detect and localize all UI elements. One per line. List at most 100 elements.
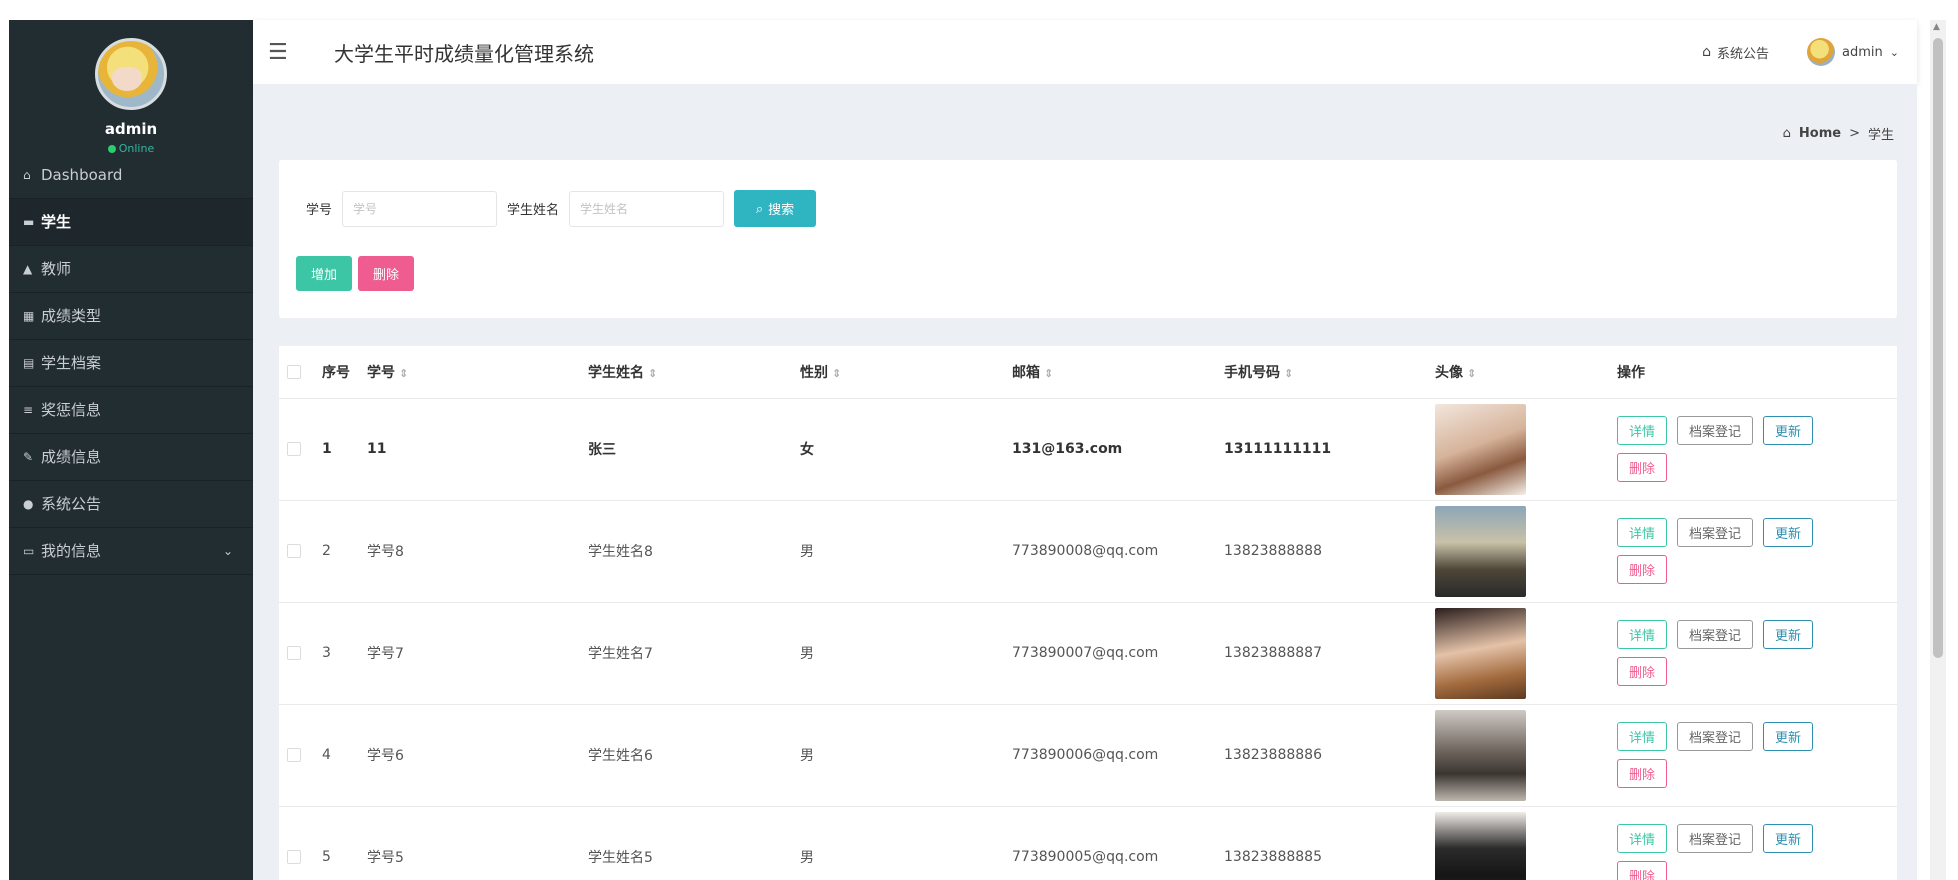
cell-email: 131@163.com <box>1012 398 1224 501</box>
sidebar-item-label: 成绩类型 <box>41 306 102 325</box>
sidebar-item-label: 成绩信息 <box>41 447 102 466</box>
cell-name: 学生姓名5 <box>588 806 800 880</box>
sidebar-item-my-info[interactable]: ▭ 我的信息 ⌄ <box>9 528 253 575</box>
user-menu[interactable]: admin ⌄ <box>1807 38 1899 66</box>
row-checkbox[interactable] <box>287 442 301 456</box>
delete-button[interactable]: 删除 <box>1617 657 1668 686</box>
select-all-checkbox[interactable] <box>287 364 301 379</box>
search-icon: ⌕ <box>755 200 764 216</box>
col-gender[interactable]: 性别 ⇕ <box>800 346 1012 399</box>
student-table: 序号 学号 ⇕ 学生姓名 ⇕ 性别 ⇕ 邮箱 ⇕ 手机号码 ⇕ 头像 ⇕ 操作 1 11 <box>279 346 1897 880</box>
breadcrumb-home[interactable]: Home <box>1799 126 1841 141</box>
page-scrollbar[interactable]: ▲ <box>1930 20 1946 880</box>
col-email[interactable]: 邮箱 ⇕ <box>1012 346 1224 399</box>
table-header-row: 序号 学号 ⇕ 学生姓名 ⇕ 性别 ⇕ 邮箱 ⇕ 手机号码 ⇕ 头像 ⇕ 操作 <box>279 346 1897 399</box>
cell-index: 4 <box>322 704 367 807</box>
chevron-down-icon: ⌄ <box>222 543 233 558</box>
col-phone[interactable]: 手机号码 ⇕ <box>1224 346 1435 399</box>
sidebar-item-teacher[interactable]: ▲ 教师 <box>9 246 253 293</box>
student-photo[interactable] <box>1435 811 1526 880</box>
profile-name: admin <box>104 120 158 138</box>
row-checkbox[interactable] <box>287 850 301 864</box>
search-form: 学号 学生姓名 ⌕ 搜索 <box>306 190 817 227</box>
cell-email: 773890008@qq.com <box>1012 500 1224 603</box>
scroll-up-icon[interactable]: ▲ <box>1933 22 1940 32</box>
search-button[interactable]: ⌕ 搜索 <box>734 190 817 227</box>
sidebar-item-student-archive[interactable]: ▤ 学生档案 <box>9 340 253 387</box>
student-photo[interactable] <box>1435 403 1526 495</box>
col-name[interactable]: 学生姓名 ⇕ <box>588 346 800 399</box>
student-id-input[interactable] <box>342 190 498 227</box>
user-icon: ▲ <box>23 261 33 276</box>
sidebar-item-grade-type[interactable]: ▦ 成绩类型 <box>9 293 253 340</box>
row-actions: 详情 档案登记 更新 删除 <box>1617 722 1857 788</box>
update-button[interactable]: 更新 <box>1763 518 1814 547</box>
table-row: 5 学号5 学生姓名5 男 773890005@qq.com 138238888… <box>279 806 1897 880</box>
card-icon: ▭ <box>23 543 35 558</box>
cell-email: 773890007@qq.com <box>1012 602 1224 705</box>
detail-button[interactable]: 详情 <box>1617 518 1668 547</box>
update-button[interactable]: 更新 <box>1763 416 1814 445</box>
delete-button[interactable]: 删除 <box>1617 759 1668 788</box>
sidebar-item-notice[interactable]: ● 系统公告 <box>9 481 253 528</box>
search-button-label: 搜索 <box>768 202 795 217</box>
scroll-thumb[interactable] <box>1933 38 1943 658</box>
cell-student-id: 学号8 <box>367 500 588 603</box>
student-name-label: 学生姓名 <box>507 203 560 218</box>
delete-button[interactable]: 删除 <box>1617 555 1668 584</box>
student-photo[interactable] <box>1435 709 1526 801</box>
student-photo[interactable] <box>1435 607 1526 699</box>
archive-button[interactable]: 档案登记 <box>1677 722 1754 751</box>
chevron-down-icon: ⌄ <box>1889 45 1899 59</box>
table-row: 3 学号7 学生姓名7 男 773890007@qq.com 138238888… <box>279 602 1897 705</box>
row-checkbox[interactable] <box>287 544 301 558</box>
sidebar-item-dashboard[interactable]: ⌂ Dashboard <box>9 152 253 199</box>
cell-student-id: 11 <box>367 398 588 501</box>
breadcrumb-current: 学生 <box>1867 128 1894 143</box>
sidebar: admin Online ⌂ Dashboard ▬ 学生 ▲ 教师 ▦ 成绩类型 ▤ 学… <box>9 20 253 880</box>
bulk-delete-button[interactable]: 删除 <box>358 256 414 291</box>
add-button[interactable]: 增加 <box>296 256 352 291</box>
table-icon: ▤ <box>23 355 35 370</box>
col-avatar[interactable]: 头像 ⇕ <box>1435 346 1617 399</box>
col-label: 手机号码 <box>1224 364 1280 381</box>
detail-button[interactable]: 详情 <box>1617 620 1668 649</box>
archive-button[interactable]: 档案登记 <box>1677 620 1754 649</box>
update-button[interactable]: 更新 <box>1763 620 1814 649</box>
notice-label: 系统公告 <box>1717 46 1770 62</box>
cell-name: 学生姓名7 <box>588 602 800 705</box>
cell-gender: 男 <box>800 704 1012 807</box>
sidebar-item-label: 奖惩信息 <box>41 400 102 419</box>
cell-index: 5 <box>322 806 367 880</box>
online-status-label: Online <box>118 142 155 155</box>
delete-button[interactable]: 删除 <box>1617 453 1668 482</box>
row-checkbox[interactable] <box>287 748 301 762</box>
student-photo[interactable] <box>1435 505 1526 597</box>
col-label: 头像 <box>1435 364 1463 381</box>
archive-button[interactable]: 档案登记 <box>1677 518 1754 547</box>
cell-gender: 男 <box>800 806 1012 880</box>
breadcrumb-separator: > <box>1849 126 1860 141</box>
id-card-icon: ▬ <box>23 214 35 229</box>
delete-button[interactable]: 删除 <box>1617 861 1668 880</box>
archive-button[interactable]: 档案登记 <box>1677 416 1754 445</box>
notice-icon: ⌂ <box>1702 44 1712 60</box>
archive-button[interactable]: 档案登记 <box>1677 824 1754 853</box>
menu-toggle-icon[interactable]: ☰ <box>268 40 292 65</box>
app-title: 大学生平时成绩量化管理系统 <box>334 41 594 66</box>
sidebar-item-label: 我的信息 <box>41 541 102 560</box>
notice-link[interactable]: ⌂ 系统公告 <box>1702 43 1769 62</box>
detail-button[interactable]: 详情 <box>1617 824 1668 853</box>
student-name-input[interactable] <box>569 190 725 227</box>
update-button[interactable]: 更新 <box>1763 722 1814 751</box>
sidebar-item-grade-info[interactable]: ✎ 成绩信息 <box>9 434 253 481</box>
student-table-panel: 序号 学号 ⇕ 学生姓名 ⇕ 性别 ⇕ 邮箱 ⇕ 手机号码 ⇕ 头像 ⇕ 操作 1 11 <box>279 346 1897 880</box>
update-button[interactable]: 更新 <box>1763 824 1814 853</box>
detail-button[interactable]: 详情 <box>1617 722 1668 751</box>
col-student-id[interactable]: 学号 ⇕ <box>367 346 588 399</box>
row-checkbox[interactable] <box>287 646 301 660</box>
sidebar-item-student[interactable]: ▬ 学生 <box>9 199 253 246</box>
cell-phone: 13823888886 <box>1224 704 1435 807</box>
sidebar-item-reward-punish[interactable]: ≡ 奖惩信息 <box>9 387 253 434</box>
detail-button[interactable]: 详情 <box>1617 416 1668 445</box>
